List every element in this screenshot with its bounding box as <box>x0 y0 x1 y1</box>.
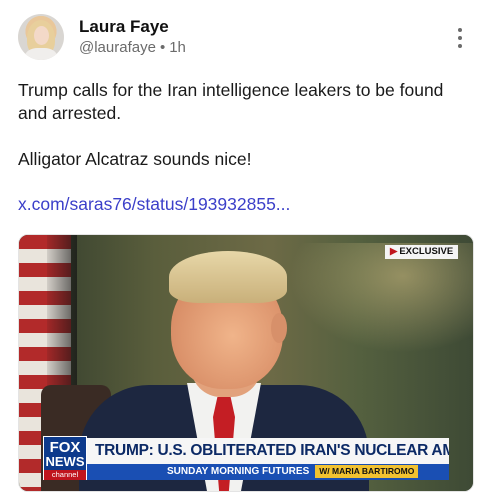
post-header: Laura Faye @laurafaye • 1h <box>18 14 478 62</box>
avatar-face <box>34 26 49 45</box>
fox-news-logo: FOX NEWS channel <box>43 436 87 480</box>
exclusive-label: EXCLUSIVE <box>399 246 454 257</box>
post-link[interactable]: x.com/saras76/status/193932855... <box>18 194 290 215</box>
news-headline: TRUMP: U.S. OBLITERATED IRAN'S NUCLEAR A… <box>87 438 449 464</box>
avatar-body <box>25 48 57 60</box>
show-name: SUNDAY MORNING FUTURES <box>167 466 310 477</box>
show-bar: SUNDAY MORNING FUTURES W/ MARIA BARTIROMO <box>87 464 449 480</box>
person-ear <box>271 313 287 343</box>
author-handle[interactable]: @laurafaye <box>79 39 156 56</box>
person-hair <box>169 251 287 303</box>
play-arrow-icon: ▶ <box>390 246 398 257</box>
author-name[interactable]: Laura Faye <box>79 17 169 37</box>
post-text-line1: Trump calls for the Iran intelligence le… <box>18 80 444 123</box>
post-meta: @laurafaye • 1h <box>79 39 186 56</box>
post-text-line2: Alligator Alcatraz sounds nice! <box>18 149 252 169</box>
logo-line1: FOX <box>49 439 81 456</box>
post-time[interactable]: 1h <box>169 39 186 56</box>
logo-line3: channel <box>44 470 86 480</box>
logo-line2: NEWS <box>45 454 85 469</box>
host-tag: W/ MARIA BARTIROMO <box>315 465 419 478</box>
exclusive-badge: ▶ EXCLUSIVE <box>385 245 459 259</box>
more-vertical-icon[interactable] <box>454 28 466 50</box>
meta-separator: • <box>159 39 166 56</box>
scene-light <box>289 243 473 353</box>
avatar[interactable] <box>18 14 64 60</box>
video-thumbnail[interactable]: ▶ EXCLUSIVE FOX NEWS channel TRUMP: U.S. … <box>18 234 474 492</box>
